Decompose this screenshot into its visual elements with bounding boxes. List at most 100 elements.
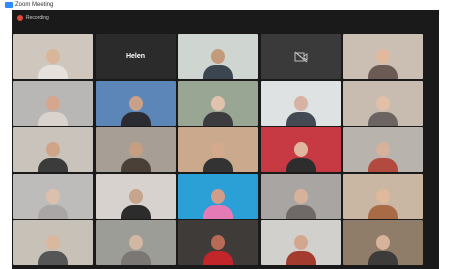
participant-tile[interactable] xyxy=(260,80,341,126)
participant-head xyxy=(211,49,225,64)
participant-video xyxy=(203,235,233,265)
participant-body xyxy=(285,204,316,219)
participant-body xyxy=(368,251,398,265)
participant-video xyxy=(203,188,233,219)
participant-body xyxy=(120,251,151,265)
participant-head xyxy=(46,49,60,64)
participant-video xyxy=(120,188,151,219)
participant-video xyxy=(120,95,151,126)
participant-tile[interactable] xyxy=(178,80,258,126)
participant-video xyxy=(368,142,398,172)
participant-tile[interactable]: Helen xyxy=(95,34,176,79)
participant-tile[interactable] xyxy=(178,127,258,172)
participant-head xyxy=(211,188,225,204)
participant-tile[interactable] xyxy=(343,34,423,79)
participant-tile[interactable] xyxy=(260,34,341,79)
zoom-app-icon xyxy=(5,2,13,8)
participant-head xyxy=(376,142,390,157)
participant-tile[interactable] xyxy=(178,173,258,219)
gallery-grid: Helen xyxy=(13,34,423,265)
participant-video xyxy=(368,188,398,219)
participant-body xyxy=(38,111,68,126)
participant-head xyxy=(293,142,308,157)
participant-head xyxy=(293,95,308,111)
participant-tile[interactable] xyxy=(95,127,176,172)
participant-head xyxy=(293,188,308,204)
participant-video xyxy=(368,235,398,265)
participant-body xyxy=(38,65,68,79)
record-dot-icon xyxy=(17,15,23,21)
participant-video xyxy=(285,188,316,219)
participant-tile[interactable] xyxy=(343,173,423,219)
participant-head xyxy=(211,142,225,157)
participant-body xyxy=(368,111,398,126)
participant-video xyxy=(38,49,68,79)
participant-video xyxy=(285,142,316,172)
participant-tile[interactable] xyxy=(260,220,341,265)
window-title: Zoom Meeting xyxy=(15,2,54,8)
participant-video xyxy=(285,235,316,265)
participant-body xyxy=(203,111,233,126)
recording-indicator[interactable]: Recording xyxy=(17,13,49,23)
participant-tile[interactable] xyxy=(13,173,93,219)
participant-tile[interactable] xyxy=(260,127,341,172)
participant-head xyxy=(376,188,390,204)
participant-body xyxy=(285,158,316,172)
title-bar: Zoom Meeting xyxy=(0,0,450,10)
participant-video xyxy=(203,142,233,172)
participant-head xyxy=(128,188,143,204)
participant-head xyxy=(46,95,60,111)
participant-body xyxy=(285,111,316,126)
participant-tile[interactable] xyxy=(178,34,258,79)
camera-off-icon xyxy=(294,51,307,62)
participant-tile[interactable] xyxy=(95,173,176,219)
recording-label: Recording xyxy=(26,15,49,21)
participant-head xyxy=(293,235,308,250)
participant-video xyxy=(203,49,233,79)
participant-body xyxy=(38,158,68,172)
participant-body xyxy=(203,158,233,172)
participant-body xyxy=(368,65,398,79)
participant-tile[interactable] xyxy=(13,127,93,172)
participant-head xyxy=(128,235,143,250)
participant-video xyxy=(38,142,68,172)
participant-head xyxy=(46,142,60,157)
participant-body xyxy=(203,204,233,219)
participant-body xyxy=(120,204,151,219)
participant-head xyxy=(128,95,143,111)
participant-tile[interactable] xyxy=(343,220,423,265)
participant-tile[interactable] xyxy=(260,173,341,219)
participant-head xyxy=(376,49,390,64)
participant-video xyxy=(368,49,398,79)
participant-body xyxy=(38,204,68,219)
participant-tile[interactable] xyxy=(95,80,176,126)
participant-body xyxy=(285,251,316,265)
participant-head xyxy=(128,142,143,157)
participant-tile[interactable] xyxy=(343,80,423,126)
participant-tile[interactable] xyxy=(13,80,93,126)
participant-video xyxy=(120,235,151,265)
participant-video xyxy=(38,95,68,126)
participant-body xyxy=(38,251,68,265)
participant-video xyxy=(120,142,151,172)
participant-body xyxy=(120,111,151,126)
participant-head xyxy=(211,95,225,111)
participant-tile[interactable] xyxy=(178,220,258,265)
participant-body xyxy=(368,204,398,219)
participant-head xyxy=(211,235,225,250)
participant-video xyxy=(203,95,233,126)
participant-tile[interactable] xyxy=(13,220,93,265)
participant-body xyxy=(120,158,151,172)
participant-video xyxy=(285,95,316,126)
participant-display-name: Helen xyxy=(125,53,146,60)
participant-head xyxy=(46,235,60,250)
participant-tile[interactable] xyxy=(13,34,93,79)
participant-body xyxy=(203,251,233,265)
participant-body xyxy=(368,158,398,172)
participant-tile[interactable] xyxy=(95,220,176,265)
participant-video xyxy=(38,188,68,219)
participant-tile[interactable] xyxy=(343,127,423,172)
participant-video xyxy=(38,235,68,265)
participant-head xyxy=(46,188,60,204)
participant-head xyxy=(376,95,390,111)
